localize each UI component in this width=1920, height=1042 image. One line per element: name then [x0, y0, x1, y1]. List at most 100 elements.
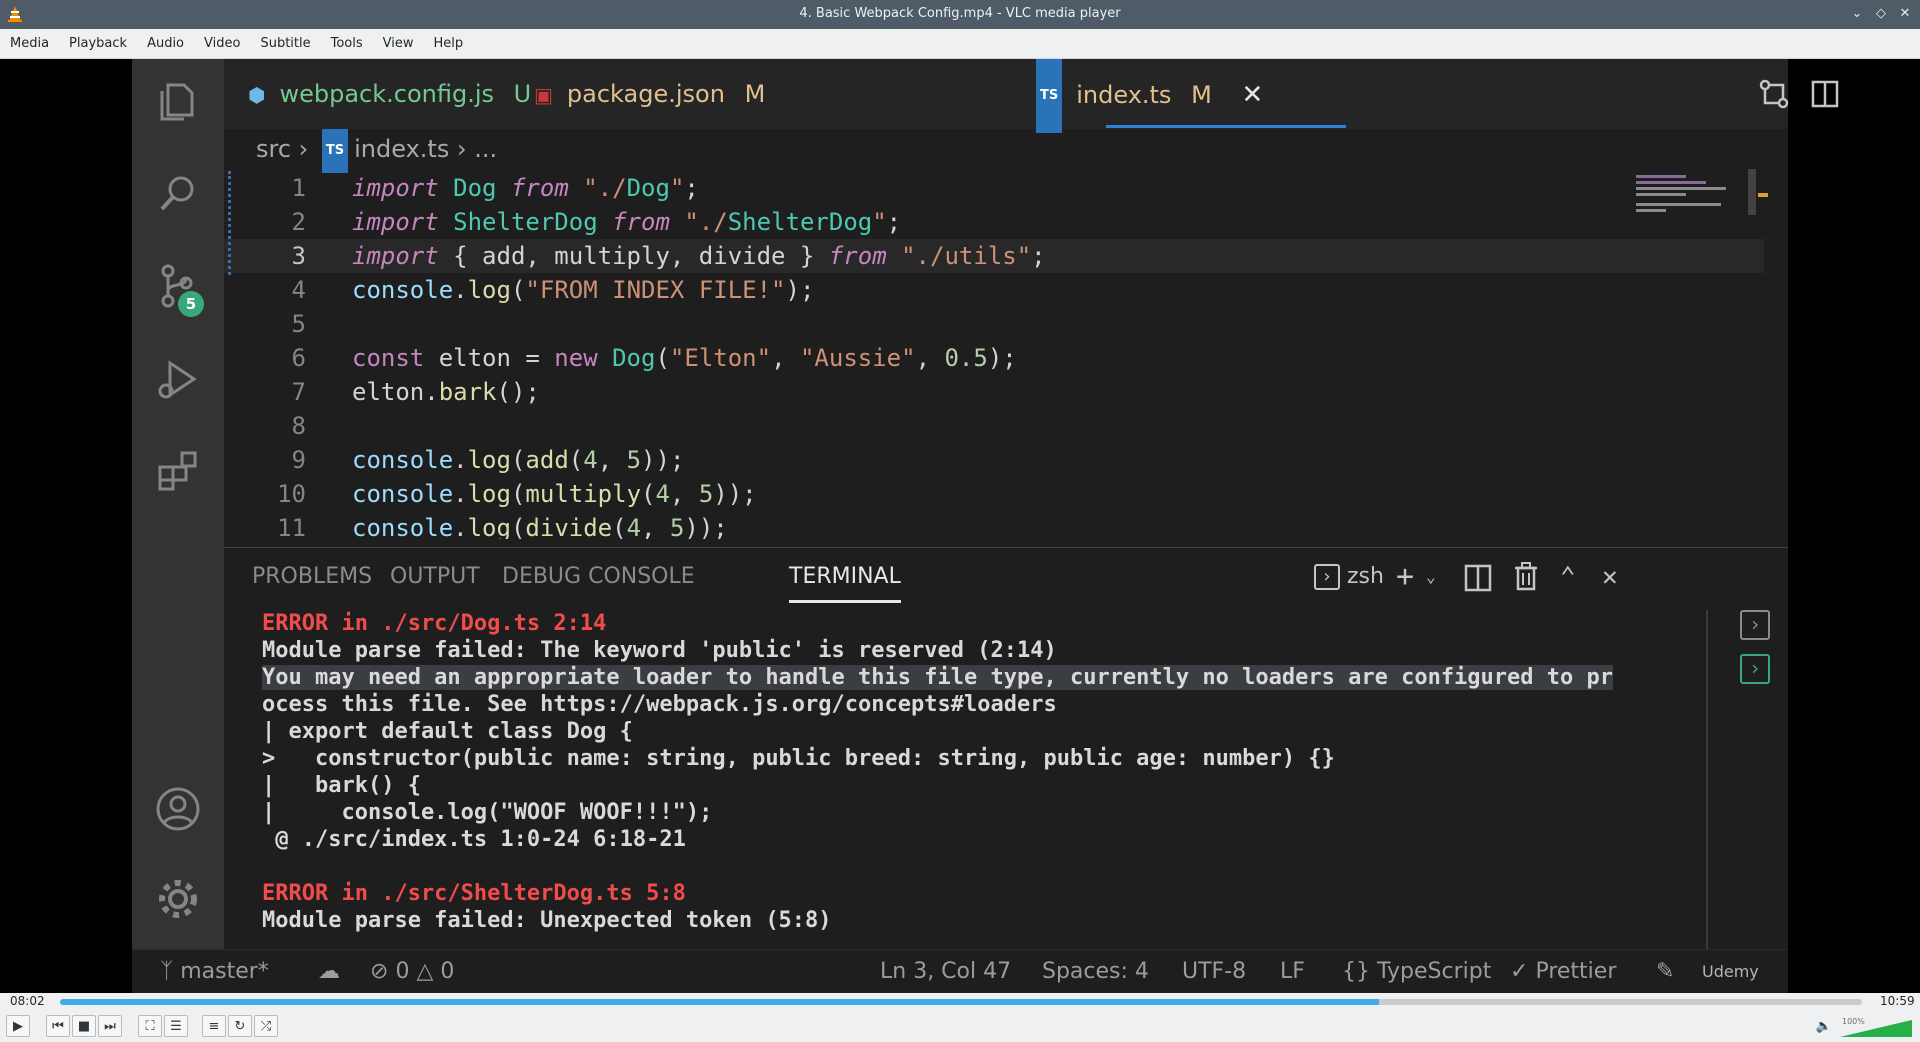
- braces-icon: {}: [1342, 959, 1370, 984]
- split-editor-icon[interactable]: [1810, 79, 1840, 109]
- terminal-instance-active-icon[interactable]: ›: [1740, 654, 1770, 684]
- playlist-button[interactable]: ≡: [202, 1015, 226, 1037]
- tab-status: U: [513, 80, 532, 108]
- line-number: 2: [291, 208, 306, 236]
- fullscreen-button[interactable]: ⛶: [138, 1015, 162, 1037]
- window-title: 4. Basic Webpack Config.mp4 - VLC media …: [799, 6, 1121, 21]
- cursor-position[interactable]: Ln 3, Col 47: [880, 950, 1011, 993]
- code-text: console.log("FROM INDEX FILE!");: [352, 276, 815, 304]
- prettier-status[interactable]: ✓ Prettier: [1510, 950, 1616, 993]
- close-tab-icon[interactable]: ✕: [1241, 80, 1263, 110]
- menu-subtitle[interactable]: Subtitle: [250, 29, 320, 59]
- code-line: 5: [224, 307, 1764, 341]
- terminal-line: | export default class Dog {: [262, 718, 633, 745]
- tab-debug-console[interactable]: DEBUG CONSOLE: [502, 548, 695, 606]
- playback-controls: ▶ ⏮ ■ ⏭ ⛶ ☰ ≡ ↻ ⤮ 🔈 100%: [0, 1011, 1920, 1042]
- tab-status: M: [1191, 81, 1212, 109]
- tab-output[interactable]: OUTPUT: [390, 548, 480, 606]
- open-changes-icon[interactable]: [1758, 78, 1790, 110]
- code-line: 2 import ShelterDog from "./ShelterDog";: [224, 205, 1764, 239]
- line-number: 10: [277, 480, 306, 508]
- stop-button[interactable]: ■: [72, 1015, 96, 1037]
- extended-settings-button[interactable]: ☰: [164, 1015, 188, 1037]
- loop-button[interactable]: ↻: [228, 1015, 252, 1037]
- settings-gear-icon: [159, 880, 197, 918]
- feedback-icon[interactable]: ✎: [1656, 950, 1674, 993]
- line-number: 4: [291, 276, 306, 304]
- breadcrumb: src › TS index.ts › ...: [224, 129, 1624, 173]
- menu-video[interactable]: Video: [194, 29, 250, 59]
- problems-indicator[interactable]: ⊘ 0 △ 0: [370, 950, 454, 993]
- branch-indicator[interactable]: ᛉ master*: [160, 950, 269, 993]
- shuffle-button[interactable]: ⤮: [254, 1015, 278, 1037]
- terminal-shell-selector[interactable]: › zsh: [1314, 548, 1384, 606]
- terminal-line-text: Module parse failed: Unexpected token (5…: [262, 908, 832, 933]
- code-text: import Dog from "./Dog";: [352, 174, 699, 202]
- terminal-line-text: | bark() {: [262, 773, 421, 798]
- speaker-icon[interactable]: 🔈: [1812, 1015, 1836, 1037]
- breadcrumb-folder[interactable]: src: [256, 135, 291, 163]
- sync-icon[interactable]: ☁: [318, 950, 340, 993]
- next-button[interactable]: ⏭: [98, 1015, 122, 1037]
- new-terminal-icon[interactable]: +: [1396, 548, 1414, 606]
- video-frame: 5 ⬢ webpack.config.js U ▣ package.json M…: [132, 59, 1839, 993]
- volume-label: 100%: [1842, 1017, 1865, 1026]
- terminal-icon: ›: [1314, 564, 1340, 590]
- menu-tools[interactable]: Tools: [321, 29, 373, 59]
- code-text: const elton = new Dog("Elton", "Aussie",…: [352, 344, 1017, 372]
- menu-audio[interactable]: Audio: [137, 29, 194, 59]
- code-text: console.log(divide(4, 5));: [352, 514, 728, 539]
- breadcrumb-more[interactable]: ...: [474, 135, 497, 163]
- close-window-icon[interactable]: ✕: [1896, 5, 1914, 23]
- minimap[interactable]: [1628, 169, 1768, 229]
- menu-media[interactable]: Media: [0, 29, 59, 59]
- npm-icon: ▣: [534, 83, 553, 107]
- terminal-line: | console.log("WOOF WOOF!!!");: [262, 799, 712, 826]
- status-bar: ᛉ master* ☁ ⊘ 0 △ 0 Ln 3, Col 47 Spaces:…: [132, 949, 1788, 993]
- split-terminal-icon[interactable]: [1464, 564, 1492, 592]
- terminal-line: @ ./src/index.ts 1:0-24 6:18-21: [262, 826, 686, 853]
- trash-icon[interactable]: [1512, 562, 1540, 592]
- line-ending[interactable]: LF: [1280, 950, 1305, 993]
- menu-view[interactable]: View: [373, 29, 424, 59]
- play-button[interactable]: ▶: [6, 1015, 30, 1037]
- seek-row: 08:02 10:59: [0, 993, 1920, 1011]
- bottom-panel: PROBLEMS OUTPUT DEBUG CONSOLE TERMINAL ›…: [224, 547, 1788, 950]
- terminal-scrollbar[interactable]: [1706, 610, 1708, 950]
- error-count: 0: [395, 959, 410, 984]
- video-area[interactable]: 5 ⬢ webpack.config.js U ▣ package.json M…: [0, 59, 1920, 993]
- maximize-panel-icon[interactable]: ⌃: [1560, 548, 1576, 606]
- maximize-icon[interactable]: ◇: [1872, 5, 1890, 23]
- code-text: console.log(multiply(4, 5));: [352, 480, 757, 508]
- minimize-icon[interactable]: ⌄: [1848, 5, 1866, 23]
- code-editor[interactable]: 1 import Dog from "./Dog"; 2 import Shelte…: [224, 171, 1788, 539]
- menu-playback[interactable]: Playback: [59, 29, 137, 59]
- active-panel-tab-indicator: [789, 600, 901, 603]
- seek-slider[interactable]: [60, 999, 1862, 1005]
- indentation[interactable]: Spaces: 4: [1042, 950, 1149, 993]
- previous-button[interactable]: ⏮: [46, 1015, 70, 1037]
- language-mode[interactable]: {} TypeScript: [1342, 950, 1491, 993]
- scm-badge-count: 5: [185, 295, 197, 313]
- tab-package-json[interactable]: ▣ package.json M: [534, 59, 765, 129]
- menu-bar: Media Playback Audio Video Subtitle Tools View…: [0, 29, 1920, 59]
- editor-tabs: ⬢ webpack.config.js U ▣ package.json M TS i…: [224, 59, 1839, 133]
- breadcrumb-file[interactable]: index.ts: [354, 135, 449, 163]
- typescript-icon: TS: [321, 129, 349, 173]
- menu-help[interactable]: Help: [424, 29, 474, 59]
- close-panel-icon[interactable]: ✕: [1602, 548, 1618, 606]
- terminal-output[interactable]: ERROR in ./src/Dog.ts 2:14 Module parse …: [244, 610, 1704, 950]
- run-debug-icon: [158, 360, 197, 399]
- chevron-down-icon[interactable]: ⌄: [1426, 548, 1436, 606]
- terminal-line: ERROR in ./src/ShelterDog.ts 5:8: [262, 880, 686, 907]
- code-line: 10 console.log(multiply(4, 5));: [224, 477, 1764, 511]
- terminal-line: Module parse failed: The keyword 'public…: [262, 637, 1057, 664]
- encoding[interactable]: UTF-8: [1182, 950, 1246, 993]
- tab-terminal[interactable]: TERMINAL: [789, 548, 901, 606]
- terminal-instance-icon[interactable]: ›: [1740, 610, 1770, 640]
- volume-slider[interactable]: 100%: [1840, 1016, 1912, 1038]
- tab-problems[interactable]: PROBLEMS: [252, 548, 372, 606]
- tab-index-ts[interactable]: TS index.ts M ✕: [1036, 59, 1263, 133]
- tab-webpack-config[interactable]: ⬢ webpack.config.js U: [248, 59, 531, 129]
- code-line: 9 console.log(add(4, 5));: [224, 443, 1764, 477]
